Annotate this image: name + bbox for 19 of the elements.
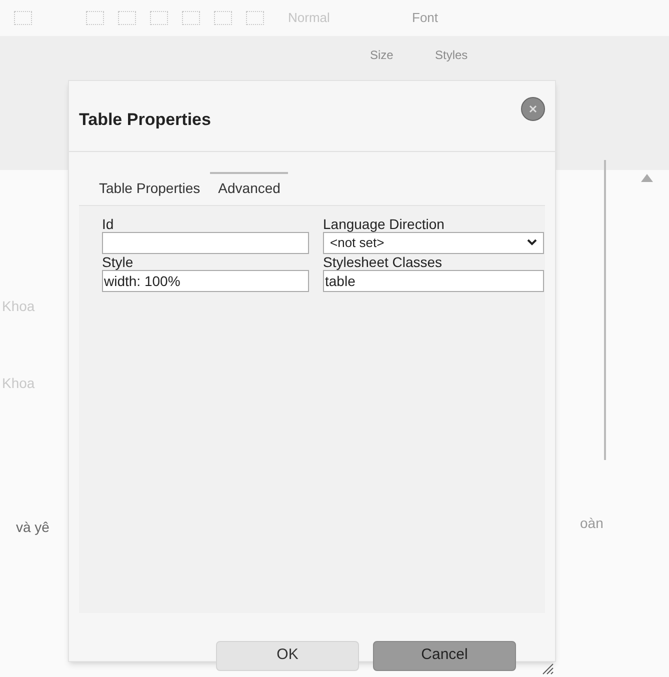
scroll-up-icon[interactable]: [641, 174, 653, 182]
resize-handle-icon[interactable]: [542, 662, 554, 674]
language-direction-select[interactable]: <not set>: [323, 232, 544, 254]
chevron-down-icon: [527, 239, 537, 246]
input-field[interactable]: [102, 232, 309, 254]
input-field[interactable]: width: 100%: [102, 270, 309, 292]
close-button[interactable]: [521, 96, 545, 121]
field-label: Language Direction: [323, 216, 446, 232]
text-fragment: và yê: [16, 518, 50, 537]
close-icon: [528, 104, 538, 114]
field-label: Stylesheet Classes: [323, 254, 444, 270]
text-fragment: oàn: [580, 514, 604, 533]
cancel-button[interactable]: Cancel: [373, 640, 516, 670]
ok-button[interactable]: OK: [216, 640, 359, 670]
field-label: Id: [102, 216, 115, 232]
field-label: Style: [102, 254, 134, 270]
dialog-title: Table Properties: [79, 109, 211, 131]
tab[interactable]: Table Properties: [91, 172, 208, 204]
input-field[interactable]: table: [323, 270, 544, 292]
